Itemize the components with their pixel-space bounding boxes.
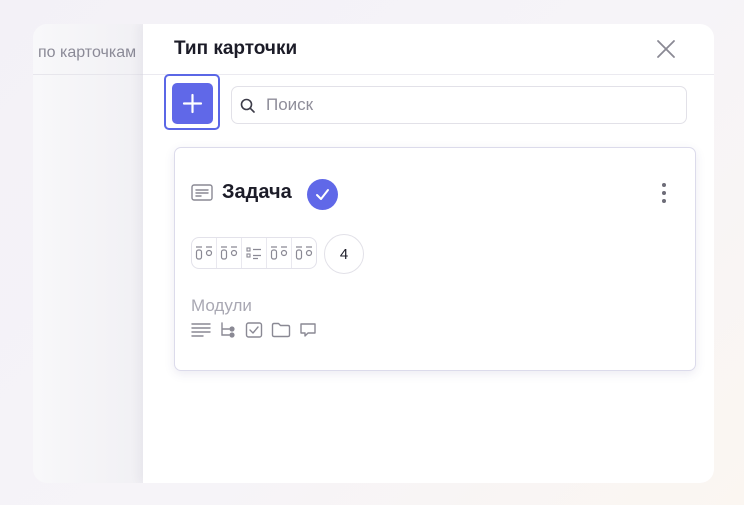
close-button[interactable] [654,37,678,61]
files-module-icon [271,322,291,338]
drawer-header: Тип карточки [143,24,714,75]
background-header: по карточкам [33,24,143,75]
more-vertical-icon [662,183,666,203]
card-type-icon [191,184,213,201]
check-icon [316,189,329,200]
extra-fields-count: 4 [324,234,364,274]
card-menu-button[interactable] [655,180,673,206]
comments-module-icon [300,323,316,337]
modules-label: Модули [191,296,252,315]
text-field-icon [292,238,316,268]
card-type-item[interactable]: Задача 4 Модули [174,147,696,371]
app-window: по карточкам Тип карточки Поиск Задача 4… [33,24,714,483]
description-module-icon [191,323,211,337]
subtasks-module-icon [221,322,235,338]
add-card-type-button[interactable] [172,83,213,124]
plus-icon [182,93,203,114]
card-type-title: Задача [222,181,292,203]
selected-badge [307,179,338,210]
text-field-icon [217,238,242,268]
list-field-icon [242,238,267,268]
text-field-icon [267,238,292,268]
drawer-title: Тип карточки [174,38,298,59]
search-input[interactable] [266,94,676,116]
text-field-icon [192,238,217,268]
background-panel [33,24,143,483]
close-icon [657,40,675,58]
card-type-drawer: Тип карточки Поиск Задача 4 Модули [143,24,714,483]
search-icon [240,98,255,113]
modules-list [191,322,317,338]
field-icons-group [191,237,317,269]
checklist-module-icon [245,322,263,338]
add-button-focus-ring [164,74,220,130]
search-box[interactable] [231,86,687,124]
background-title: по карточкам [38,44,137,61]
